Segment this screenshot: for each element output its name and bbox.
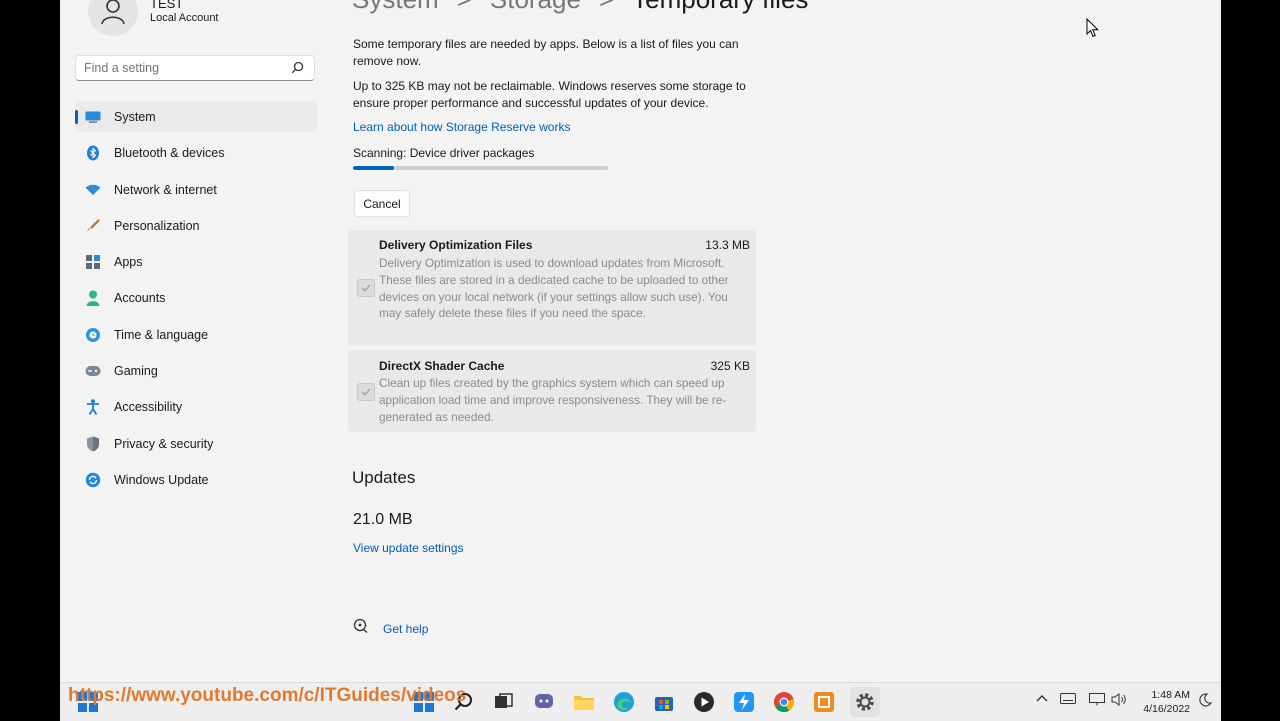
sidebar-item-label: Accessibility [114, 400, 183, 415]
breadcrumb-separator: > [457, 0, 472, 14]
settings-window: TEST Local Account System Bluetooth & de… [60, 0, 1221, 720]
file-item-delivery-optimization[interactable]: Delivery Optimization Files 13.3 MB Deli… [348, 230, 756, 345]
sidebar-item-label: Network & internet [114, 182, 217, 197]
taskbar-clock[interactable]: 1:48 AM 4/16/2022 [1138, 688, 1190, 716]
sidebar-item-label: Time & language [114, 327, 209, 342]
gamepad-icon [85, 363, 101, 379]
shield-icon [85, 436, 101, 452]
edge-icon[interactable] [612, 690, 636, 714]
file-item-description: Delivery Optimization is used to downloa… [379, 256, 729, 321]
chevron-up-icon[interactable] [1036, 693, 1048, 706]
breadcrumb-separator: > [599, 0, 614, 14]
intro-text: Some temporary files are needed by apps.… [353, 37, 739, 68]
store-icon[interactable] [652, 690, 676, 714]
volume-icon[interactable] [1111, 693, 1127, 709]
sidebar-nav: System Bluetooth & devices Network & int… [75, 102, 317, 501]
mouse-cursor-icon [1086, 17, 1100, 43]
account-type: Local Account [150, 12, 219, 24]
sidebar-item-label: Windows Update [114, 472, 209, 487]
storage-reserve-link[interactable]: Learn about how Storage Reserve works [353, 120, 570, 134]
network-icon[interactable] [1089, 693, 1105, 709]
sidebar-item-label: Accounts [114, 291, 166, 306]
file-item-title: DirectX Shader Cache [379, 359, 505, 373]
sidebar-item-bluetooth[interactable]: Bluetooth & devices [75, 138, 317, 168]
file-explorer-icon[interactable] [572, 690, 596, 714]
focus-assist-icon[interactable] [1198, 693, 1213, 710]
bluetooth-icon [85, 145, 101, 161]
clock-time: 1:48 AM [1151, 689, 1190, 701]
help-chat-icon [353, 618, 369, 639]
file-item-description: Clean up files created by the graphics s… [379, 376, 727, 424]
sidebar-item-accessibility[interactable]: Accessibility [75, 392, 317, 422]
sidebar-item-gaming[interactable]: Gaming [75, 356, 317, 386]
cancel-button[interactable]: Cancel [354, 190, 410, 217]
get-help-row[interactable]: Get help [353, 618, 428, 639]
sidebar-item-label: System [114, 110, 156, 124]
updates-size: 21.0 MB [353, 511, 413, 528]
chat-icon[interactable] [532, 690, 556, 714]
accessibility-icon [85, 399, 101, 416]
account-header[interactable]: TEST Local Account [88, 0, 219, 36]
checkmark-icon [361, 388, 371, 396]
scan-progress-fill [353, 166, 394, 170]
office-app-icon[interactable] [812, 690, 836, 714]
sidebar-item-label: Bluetooth & devices [114, 146, 225, 161]
scan-progress-bar [353, 166, 608, 170]
updates-heading: Updates [352, 468, 416, 487]
file-item-size: 13.3 MB [705, 238, 750, 252]
scanning-status: Scanning: Device driver packages [353, 146, 535, 160]
sidebar-item-label: Apps [114, 255, 143, 270]
media-player-icon[interactable] [692, 690, 716, 714]
avatar[interactable] [88, 0, 138, 36]
settings-app-icon[interactable] [850, 687, 880, 717]
watermark-text: https://www.youtube.com/c/ITGuides/video… [68, 685, 467, 706]
file-item-title: Delivery Optimization Files [379, 238, 533, 252]
file-item-directx-shader-cache[interactable]: DirectX Shader Cache 325 KB Clean up fil… [348, 350, 756, 432]
wifi-icon [85, 182, 101, 198]
sidebar-item-privacy-security[interactable]: Privacy & security [75, 429, 317, 459]
sidebar-item-label: Gaming [114, 364, 158, 379]
sidebar-item-accounts[interactable]: Accounts [75, 283, 317, 313]
checkmark-icon [361, 284, 371, 292]
task-view-icon[interactable] [492, 690, 516, 714]
paintbrush-icon [85, 218, 101, 234]
breadcrumb-storage[interactable]: Storage [490, 0, 581, 14]
search-input[interactable] [84, 61, 284, 75]
sidebar-item-label: Privacy & security [114, 436, 214, 451]
sidebar-item-label: Personalization [114, 218, 200, 233]
app-lightning-icon[interactable] [732, 690, 756, 714]
sidebar-item-windows-update[interactable]: Windows Update [75, 465, 317, 495]
get-help-link[interactable]: Get help [383, 622, 428, 636]
page-title: Temporary files [632, 0, 808, 14]
view-update-settings-link[interactable]: View update settings [353, 541, 464, 555]
keyboard-icon[interactable] [1060, 693, 1076, 707]
breadcrumb-system[interactable]: System [352, 0, 439, 14]
account-name: TEST [150, 0, 184, 11]
search-icon[interactable] [291, 61, 304, 79]
person-icon [85, 290, 101, 307]
checkbox[interactable] [357, 383, 375, 401]
sidebar-item-personalization[interactable]: Personalization [75, 211, 317, 241]
globe-clock-icon [85, 327, 101, 343]
reserve-note: Up to 325 KB may not be reclaimable. Win… [353, 79, 746, 110]
file-item-size: 325 KB [710, 359, 750, 373]
sidebar-item-network[interactable]: Network & internet [75, 175, 317, 205]
sidebar-item-apps[interactable]: Apps [75, 247, 317, 277]
sidebar-item-system[interactable]: System [75, 102, 317, 132]
user-icon [101, 0, 125, 25]
breadcrumb: System > Storage > Temporary files [352, 0, 808, 15]
refresh-icon [85, 472, 101, 488]
sidebar-item-time-language[interactable]: Time & language [75, 320, 317, 350]
checkbox[interactable] [357, 279, 375, 297]
clock-date: 4/16/2022 [1143, 703, 1190, 715]
monitor-icon [85, 109, 101, 125]
gear-icon [856, 693, 874, 711]
search-box[interactable] [75, 55, 315, 81]
chrome-icon[interactable] [772, 690, 796, 714]
apps-icon [85, 254, 101, 270]
